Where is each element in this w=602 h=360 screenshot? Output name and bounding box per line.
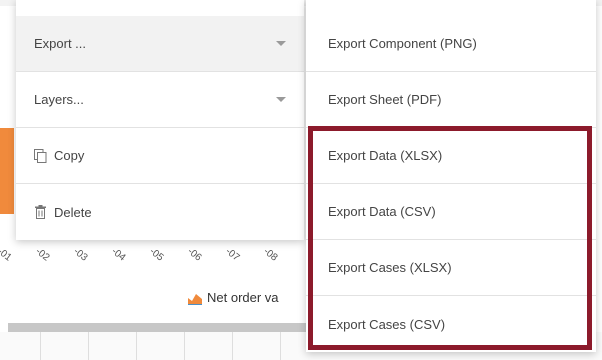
caret-down-icon [276, 40, 286, 46]
menu-item-label: Layers... [34, 92, 84, 107]
export-component-png-item[interactable]: Export Component (PNG) [306, 16, 596, 72]
menu-item-layers[interactable]: Layers... [16, 72, 304, 128]
x-tick-label: -08 [261, 246, 280, 264]
export-cases-xlsx-item[interactable]: Export Cases (XLSX) [306, 240, 596, 296]
submenu-item-label: Export Data (XLSX) [328, 148, 443, 163]
submenu-item-label: Export Sheet (PDF) [328, 92, 442, 107]
submenu-item-label: Export Component (PNG) [328, 36, 477, 51]
area-chart-icon [188, 293, 202, 305]
x-tick-label: -07 [223, 246, 242, 264]
export-data-xlsx-item[interactable]: Export Data (XLSX) [306, 128, 596, 184]
chart-area-series [0, 128, 14, 214]
x-tick-label: -03 [71, 246, 90, 264]
x-tick-label: -05 [147, 246, 166, 264]
copy-icon [34, 148, 47, 163]
chart-legend[interactable]: Net order va [188, 290, 279, 305]
context-menu: Export ... Layers... Copy Delete [16, 0, 304, 240]
legend-label: Net order va [207, 290, 279, 305]
menu-item-label: Delete [54, 204, 92, 220]
menu-item-label: Copy [54, 148, 85, 163]
x-tick-label: -04 [109, 246, 128, 264]
export-submenu: Export Component (PNG) Export Sheet (PDF… [306, 0, 596, 352]
x-tick-label: -02 [33, 246, 52, 264]
submenu-item-label: Export Cases (CSV) [328, 316, 446, 332]
trash-icon [35, 205, 46, 219]
x-tick-label: -01 [0, 246, 14, 264]
menu-item-label: Export ... [34, 36, 87, 51]
screen: -01 -02 -03 -04 -05 -06 -07 -08 Net orde… [0, 0, 602, 360]
menu-item-export[interactable]: Export ... [16, 16, 304, 72]
caret-down-icon [276, 96, 286, 102]
submenu-item-label: Export Cases (XLSX) [328, 260, 452, 275]
menu-item-delete[interactable]: Delete [16, 184, 304, 240]
x-tick-label: -06 [185, 246, 204, 264]
export-data-csv-item[interactable]: Export Data (CSV) [306, 184, 596, 240]
menu-item-copy[interactable]: Copy [16, 128, 304, 184]
export-cases-csv-item[interactable]: Export Cases (CSV) [306, 296, 596, 352]
submenu-item-label: Export Data (CSV) [328, 204, 436, 219]
export-sheet-pdf-item[interactable]: Export Sheet (PDF) [306, 72, 596, 128]
